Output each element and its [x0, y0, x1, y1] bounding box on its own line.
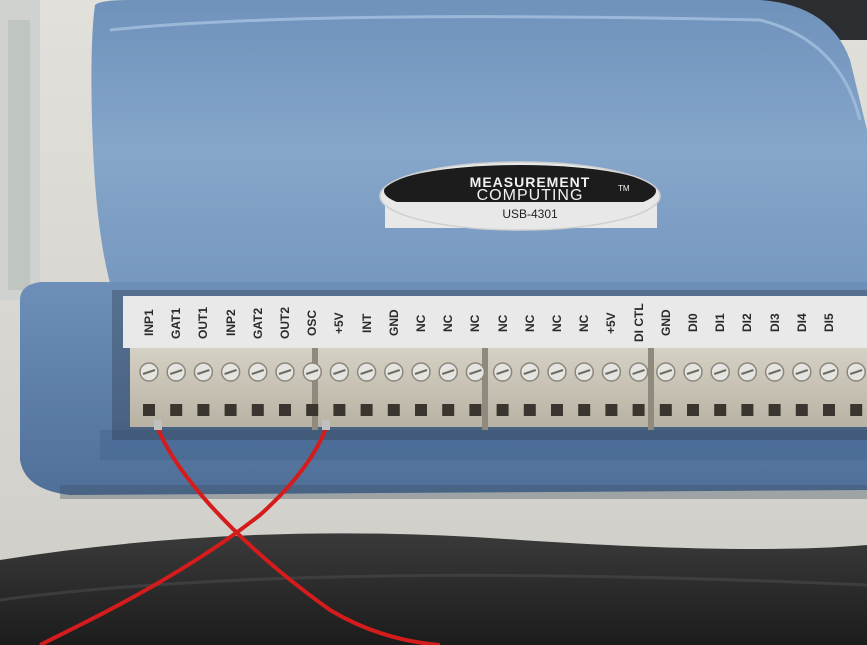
terminal-label: NC [414, 314, 428, 332]
wire-entry-hole [224, 404, 237, 416]
wire-entry-hole [632, 404, 645, 416]
terminal-label: DI2 [740, 313, 755, 333]
photo-scene: INP1 GAT1 OUT1 INP2 GAT2 OUT2 OSC +5V INT GND NC NC… [0, 0, 867, 645]
logo-trademark: TM [618, 184, 630, 193]
terminal-label: NC [441, 314, 456, 332]
wire-entry-hole [360, 404, 373, 416]
terminal-label: +5V [604, 312, 619, 334]
wire-entry-hole [251, 404, 264, 416]
terminal-label: NC [495, 314, 510, 332]
wire-entry-hole [795, 404, 808, 416]
terminal-label: INP2 [223, 309, 238, 337]
terminal-label: OSC [305, 310, 320, 337]
wire-entry-hole [850, 404, 863, 416]
terminal-label: DI CTL [631, 303, 646, 343]
wire-entry-hole [823, 404, 835, 416]
wire-entry-hole [768, 404, 781, 416]
logo-model: USB-4301 [502, 207, 558, 221]
wire-entry-hole [605, 404, 618, 416]
wire-tip-1 [154, 420, 162, 430]
wire-entry-hole [306, 404, 319, 416]
block-divider-1 [312, 342, 318, 430]
wire-entry-hole [387, 404, 400, 416]
wire-entry-hole [741, 404, 754, 416]
wire-entry-hole [143, 404, 155, 416]
wire-entry-hole [415, 404, 427, 416]
terminal-label: GAT1 [169, 307, 184, 339]
wire-entry-hole [279, 404, 291, 416]
terminal-label: GAT2 [250, 307, 265, 339]
wire-entry-hole [442, 404, 455, 416]
terminal-label: DI4 [794, 313, 809, 333]
terminal-label: DI0 [686, 313, 700, 333]
wire-entry-hole [170, 404, 183, 416]
front-shadow [60, 485, 867, 499]
terminal-label: OUT2 [278, 307, 292, 340]
terminal-label: INP1 [142, 309, 156, 337]
wire-tip-2 [322, 420, 330, 430]
terminal-label: GND [386, 309, 401, 337]
block-divider-2 [482, 342, 488, 430]
terminal-label: INT [359, 313, 374, 333]
wire-entry-hole [551, 404, 563, 416]
terminal-label: NC [550, 314, 564, 332]
wire-entry-hole [659, 404, 672, 416]
logo-brand-line2: COMPUTING [476, 187, 584, 204]
wire-entry-hole [578, 404, 591, 416]
wire-entry-hole [333, 404, 346, 416]
terminal-label: NC [522, 314, 537, 332]
dark-cable [0, 533, 867, 645]
wire-entry-hole [523, 404, 536, 416]
terminal-label: DI1 [713, 313, 728, 333]
wire-entry-hole [687, 404, 699, 416]
terminal-label: OUT1 [196, 307, 211, 340]
terminal-label: DI3 [767, 313, 782, 333]
terminal-label: GND [658, 309, 673, 337]
wire-entry-hole [496, 404, 509, 416]
block-divider-3 [648, 342, 654, 430]
terminal-label: NC [577, 314, 592, 332]
wire-entry-hole [469, 404, 482, 416]
wire-entry-hole [197, 404, 210, 416]
left-object [8, 20, 30, 290]
enclosure-top [91, 0, 867, 300]
terminal-label: DI5 [822, 313, 836, 333]
terminal-label: NC [468, 314, 483, 332]
wire-entry-hole [714, 404, 727, 416]
terminal-label: +5V [332, 312, 347, 334]
